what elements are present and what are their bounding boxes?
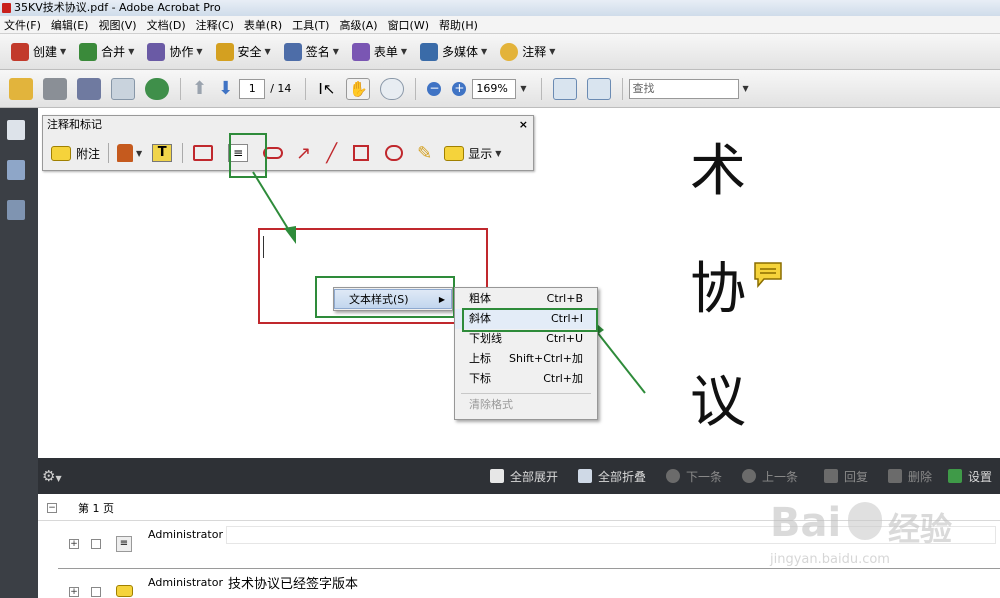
text-style-submenu: 粗体 Ctrl+B 斜体 Ctrl+I 下划线 Ctrl+U 上标 Shift+Ctrl…: [454, 287, 598, 420]
watermark-text: Bai: [770, 500, 842, 546]
superscript-menu-item[interactable]: 上标 Shift+Ctrl+加: [455, 349, 597, 369]
comment-list-toolbar: ⚙▼ 全部展开 全部折叠 下一条 上一条 回复 删除 设置: [38, 458, 1000, 494]
page-group-label: 第 1 页: [78, 502, 114, 515]
collapse-page-toggle[interactable]: −: [47, 503, 57, 513]
watermark-text-2: 经验: [888, 510, 953, 548]
note-comment-icon: [116, 585, 133, 597]
paw-icon: [848, 502, 882, 540]
italic-highlight: [462, 308, 598, 332]
checkmark-icon: [948, 469, 962, 483]
watermark-url: jingyan.baidu.com: [770, 552, 890, 567]
underline-menu-item[interactable]: 下划线 Ctrl+U: [455, 329, 597, 349]
expand-entry-toggle[interactable]: +: [69, 539, 79, 549]
comment-author: Administrator: [148, 576, 223, 589]
expand-all-button[interactable]: 全部展开: [490, 468, 558, 484]
trash-icon: [888, 469, 902, 483]
next-comment-button[interactable]: 下一条: [666, 468, 722, 484]
previous-icon: [742, 469, 756, 483]
previous-comment-button[interactable]: 上一条: [742, 468, 798, 484]
next-icon: [666, 469, 680, 483]
bold-menu-item[interactable]: 粗体 Ctrl+B: [455, 289, 597, 309]
expand-all-icon: [490, 469, 504, 483]
reply-button[interactable]: 回复: [824, 468, 868, 484]
comment-author: Administrator: [148, 528, 223, 541]
entry-checkbox[interactable]: [91, 539, 101, 549]
subscript-menu-item[interactable]: 下标 Ctrl+加: [455, 369, 597, 389]
collapse-all-icon: [578, 469, 592, 483]
settings-button[interactable]: 设置: [948, 468, 992, 484]
collapse-all-button[interactable]: 全部折叠: [578, 468, 646, 484]
context-menu-highlight: [315, 276, 455, 318]
delete-button[interactable]: 删除: [888, 468, 932, 484]
text-box-comment-icon: ≡: [116, 536, 132, 552]
watermark: Bai 经验 jingyan.baidu.com: [770, 500, 990, 590]
options-gear-icon[interactable]: ⚙▼: [42, 467, 62, 485]
reply-icon: [824, 469, 838, 483]
expand-entry-toggle[interactable]: +: [69, 587, 79, 597]
comment-text[interactable]: 技术协议已经签字版本: [228, 573, 358, 592]
clear-formatting-menu-item: 清除格式: [469, 398, 513, 411]
entry-checkbox[interactable]: [91, 587, 101, 597]
